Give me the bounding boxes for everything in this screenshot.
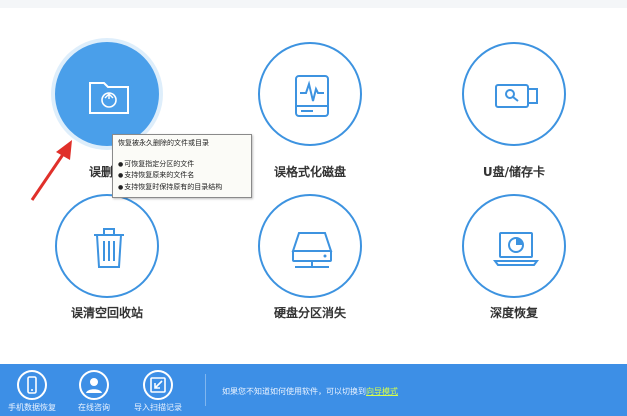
hard-disk-network-icon xyxy=(291,232,333,268)
user-support-icon xyxy=(79,370,109,400)
footer-hint: 如果您不知道如何使用软件，可以切换到向导模式 xyxy=(222,386,398,397)
deleted-recovery-button[interactable] xyxy=(55,42,159,146)
footer-button-label: 在线咨询 xyxy=(78,403,110,412)
tile-deep-recovery[interactable]: 深度恢复 xyxy=(462,194,572,320)
tooltip-item: 支持恢复时保持原有的目录结构 xyxy=(118,182,246,194)
tile-format-recovery[interactable]: 误格式化磁盘 xyxy=(258,42,368,179)
red-arrow-annotation xyxy=(30,140,72,201)
tooltip-item: 可恢复指定分区的文件 xyxy=(118,159,246,171)
recycle-bin-recovery-button[interactable] xyxy=(55,194,159,298)
laptop-gauge-icon xyxy=(493,232,539,266)
usb-drive-icon xyxy=(495,84,538,108)
top-strip xyxy=(0,0,627,8)
phone-icon xyxy=(17,370,47,400)
wizard-mode-link[interactable]: 向导模式 xyxy=(366,387,398,396)
tooltip: 恢复被永久删除的文件或目录 可恢复指定分区的文件 支持恢复原来的文件名 支持恢复… xyxy=(112,134,252,198)
tile-partition-recovery[interactable]: 硬盘分区消失 xyxy=(258,194,368,320)
import-scan-record-button[interactable]: 导入扫描记录 xyxy=(126,370,190,413)
usb-recovery-button[interactable] xyxy=(462,42,566,146)
partition-recovery-button[interactable] xyxy=(258,194,362,298)
footer-button-label: 手机数据恢复 xyxy=(8,403,56,412)
tile-recycle-bin-recovery[interactable]: 误清空回收站 xyxy=(55,194,165,320)
tooltip-title: 恢复被永久删除的文件或目录 xyxy=(118,139,209,147)
phone-data-recovery-button[interactable]: 手机数据恢复 xyxy=(0,370,64,413)
tile-label: 误清空回收站 xyxy=(70,306,143,320)
tile-usb-recovery[interactable]: U盘/储存卡 xyxy=(462,42,572,179)
tile-label: U盘/储存卡 xyxy=(482,165,546,179)
import-icon xyxy=(143,370,173,400)
format-recovery-button[interactable] xyxy=(258,42,362,146)
folder-recycle-icon xyxy=(89,82,129,114)
online-consult-button[interactable]: 在线咨询 xyxy=(62,370,126,413)
tile-label: 深度恢复 xyxy=(489,306,538,320)
footer-bar: 手机数据恢复 在线咨询 导入扫描记录 如果您不知道如何使用软件，可以切换到向导模… xyxy=(0,364,627,416)
drive-pulse-icon xyxy=(295,75,329,117)
tooltip-item: 支持恢复原来的文件名 xyxy=(118,170,246,182)
tile-label: 硬盘分区消失 xyxy=(273,306,346,320)
trash-bin-icon xyxy=(94,228,124,268)
footer-hint-text: 如果您不知道如何使用软件，可以切换到 xyxy=(222,387,366,396)
deep-recovery-button[interactable] xyxy=(462,194,566,298)
footer-button-label: 导入扫描记录 xyxy=(134,403,182,412)
footer-divider xyxy=(205,374,206,406)
